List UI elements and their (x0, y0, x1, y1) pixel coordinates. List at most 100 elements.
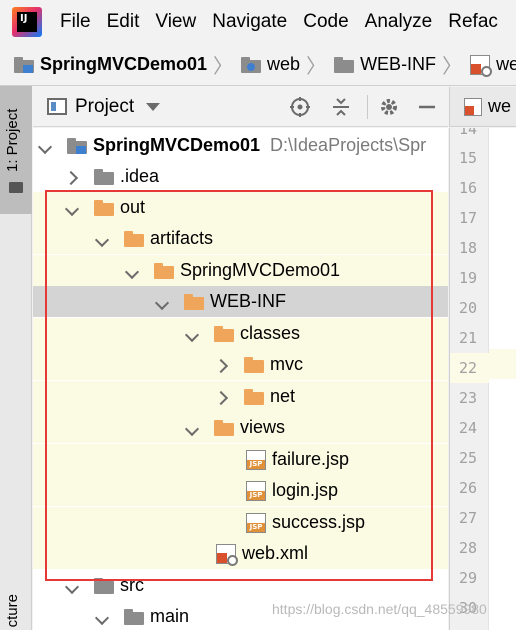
project-tool-tab[interactable]: 1: Project (0, 86, 32, 214)
breadcrumb-web-inf[interactable]: WEB-INF (334, 54, 436, 75)
chevron-right-icon[interactable] (216, 391, 228, 403)
tree-item-label: artifacts (150, 228, 214, 248)
tree-item-label: src (120, 575, 144, 595)
chevron-down-icon[interactable] (96, 611, 108, 623)
tree-item-idea[interactable]: .idea (33, 161, 448, 192)
tree-item-label: mvc (270, 354, 303, 374)
tree-item-label: classes (240, 323, 301, 343)
breadcrumb-web-inf-label: WEB-INF (360, 54, 437, 74)
tree-item-label: failure.jsp (272, 449, 350, 469)
line-number: 28 (459, 539, 478, 557)
tree-item-label: net (270, 386, 296, 406)
chevron-down-icon[interactable] (126, 265, 138, 277)
tree-item-views[interactable]: views (33, 412, 448, 443)
line-number: 14 (459, 128, 478, 138)
tree-item-artifacts[interactable]: artifacts (33, 223, 448, 254)
jsp-file-icon: JSP (246, 512, 266, 533)
tree-item-classes[interactable]: classes (33, 318, 448, 349)
tree-item-failure-jsp[interactable]: JSP failure.jsp (33, 444, 448, 475)
chevron-down-icon[interactable] (66, 202, 78, 214)
module-folder-icon (67, 137, 87, 154)
folder-icon (334, 56, 355, 73)
line-number: 16 (459, 179, 478, 197)
folder-icon (94, 199, 114, 216)
tree-item-label: web.xml (242, 543, 309, 563)
menu-refactor[interactable]: Refac (448, 11, 498, 33)
line-number: 21 (459, 329, 478, 347)
menu-edit[interactable]: Edit (107, 11, 140, 33)
breadcrumb-separator-icon: 〉 (442, 56, 463, 78)
folder-icon (94, 577, 114, 594)
gear-icon[interactable] (377, 95, 401, 119)
menu-file[interactable]: File (60, 11, 91, 33)
tree-item-label: SpringMVCDemo01 (180, 260, 341, 280)
line-number: 18 (459, 239, 478, 257)
menu-code[interactable]: Code (303, 11, 348, 33)
tree-item-net[interactable]: net (33, 381, 448, 412)
folder-icon (244, 356, 264, 373)
jsp-badge: JSP (247, 490, 265, 500)
chevron-down-icon[interactable] (96, 233, 108, 245)
project-tool-tab-label: 1: Project (4, 108, 21, 172)
folder-icon (9, 182, 23, 193)
chevron-down-icon[interactable] (66, 580, 78, 592)
editor-tab-web-xml[interactable]: we (488, 96, 511, 117)
chevron-down-icon[interactable] (156, 296, 168, 308)
chevron-down-icon[interactable] (146, 102, 161, 111)
tree-item-label: success.jsp (272, 512, 366, 532)
breadcrumb-project[interactable]: SpringMVCDemo01 (14, 54, 207, 75)
tree-item-src[interactable]: src (33, 570, 448, 601)
module-folder-icon (14, 56, 34, 73)
xml-file-icon (464, 97, 482, 116)
chevron-down-icon[interactable] (39, 140, 51, 152)
structure-tool-tab[interactable]: cture (4, 594, 21, 627)
folder-icon (154, 262, 174, 279)
breadcrumb-web-label: web (267, 54, 301, 74)
tree-item-mvc[interactable]: mvc (33, 349, 448, 380)
line-number: 31 (450, 623, 516, 630)
menu-view[interactable]: View (155, 11, 196, 33)
editor-tab-bar: we (449, 87, 516, 127)
tree-item-web-inf[interactable]: WEB-INF (33, 286, 448, 317)
line-number: 24 (459, 419, 478, 437)
collapse-all-icon[interactable] (329, 95, 353, 119)
tree-item-artifact-springmvcdemo01[interactable]: SpringMVCDemo01 (33, 255, 448, 286)
toolbar-divider (367, 95, 368, 119)
project-panel-title[interactable]: Project (75, 96, 134, 118)
line-number: 15 (459, 149, 478, 167)
breadcrumb-separator-icon: 〉 (306, 56, 327, 78)
line-number: 26 (459, 479, 478, 497)
tree-item-project-root[interactable]: SpringMVCDemo01 D:\IdeaProjects\Spr (33, 130, 448, 161)
watermark: https://blog.csdn.net/qq_48559980 (272, 601, 487, 617)
breadcrumb-web-xml-label: web (496, 54, 516, 74)
intellij-logo-icon[interactable]: IJ (12, 7, 42, 37)
chevron-right-icon[interactable] (66, 171, 78, 183)
chevron-down-icon[interactable] (186, 328, 198, 340)
tree-item-out[interactable]: out (33, 192, 448, 223)
folder-icon (244, 388, 264, 405)
chevron-down-icon[interactable] (186, 422, 198, 434)
breadcrumb-web[interactable]: web (241, 54, 300, 75)
folder-icon (214, 325, 234, 342)
line-number: 20 (459, 299, 478, 317)
project-panel-header: Project (33, 87, 448, 127)
line-number: 25 (459, 449, 478, 467)
folder-icon (214, 419, 234, 436)
tree-item-web-xml[interactable]: web.xml (33, 538, 448, 569)
chevron-right-icon[interactable] (216, 359, 228, 371)
breadcrumb-web-xml[interactable]: web (470, 54, 516, 77)
hide-panel-icon[interactable] (415, 95, 439, 119)
tree-item-label: main (150, 606, 190, 626)
folder-icon (124, 230, 144, 247)
tree-item-label: WEB-INF (210, 291, 286, 311)
tree-item-success-jsp[interactable]: JSP success.jsp (33, 507, 448, 538)
line-number: 19 (459, 269, 478, 287)
menu-analyze[interactable]: Analyze (365, 11, 433, 33)
project-view-icon (47, 98, 67, 115)
tree-item-login-jsp[interactable]: JSP login.jsp (33, 475, 448, 506)
project-tree: SpringMVCDemo01 D:\IdeaProjects\Spr .ide… (33, 128, 448, 630)
locate-target-icon[interactable] (288, 95, 312, 119)
jsp-file-icon: JSP (246, 480, 266, 501)
menu-navigate[interactable]: Navigate (212, 11, 287, 33)
line-number: 23 (459, 389, 478, 407)
